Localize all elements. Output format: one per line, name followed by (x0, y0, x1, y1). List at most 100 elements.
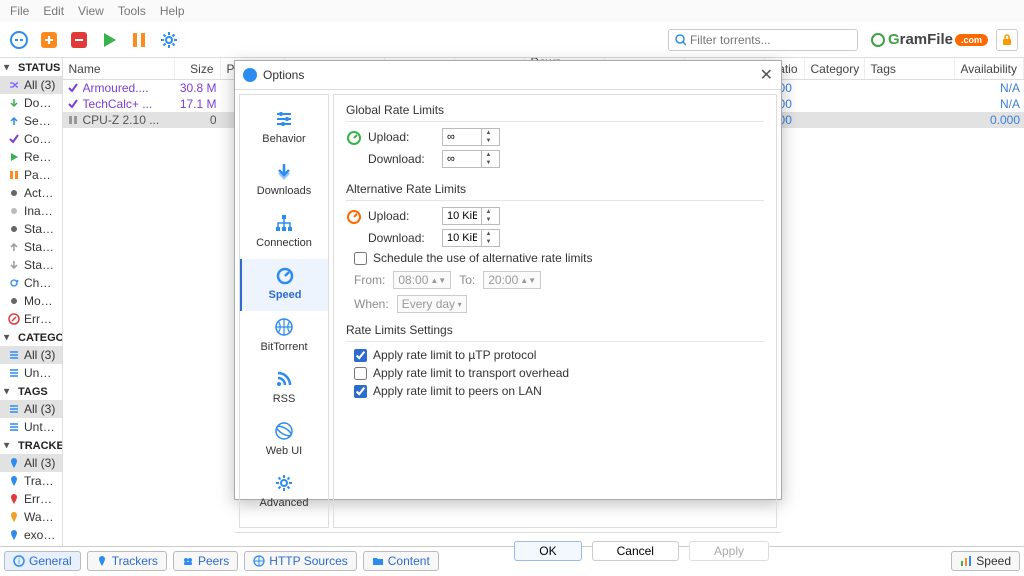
options-tab-downloads[interactable]: Downloads (240, 155, 328, 207)
connection-icon (274, 213, 294, 233)
cancel-button[interactable]: Cancel (592, 541, 679, 561)
to-label: To: (459, 273, 475, 287)
download-global-value[interactable] (443, 153, 481, 165)
chk-overhead[interactable] (354, 367, 367, 380)
menu-edit[interactable]: Edit (43, 4, 64, 18)
add-link-button[interactable] (6, 27, 32, 53)
sidebar-item[interactable]: Checking (0) (0, 274, 62, 292)
sidebar-item[interactable]: Active (0) (0, 184, 62, 202)
limits-group: Rate Limits Settings Apply rate limit to… (346, 323, 764, 398)
download-alt-input[interactable]: ▲▼ (442, 229, 500, 247)
filter-input[interactable] (690, 33, 851, 47)
sidebar-status-hdr: STATUS (0, 58, 62, 76)
sidebar-item[interactable]: Downloading (1) (0, 94, 62, 112)
upload-global-value[interactable] (443, 131, 481, 143)
chk-utp-label: Apply rate limit to µTP protocol (373, 348, 536, 362)
col-size[interactable]: Size (175, 58, 221, 79)
sidebar-item[interactable]: Trackerless (0) (0, 472, 62, 490)
sidebar-item[interactable]: All (3) (0, 76, 62, 94)
sidebar-item[interactable]: Resumed (0) (0, 148, 62, 166)
pause-button[interactable] (126, 27, 152, 53)
upload-alt-value[interactable] (443, 210, 481, 222)
sidebar-item[interactable]: All (3) (0, 400, 62, 418)
alt-download-label: Download: (368, 231, 434, 245)
logo-badge: .com (955, 34, 988, 46)
menu-view[interactable]: View (78, 4, 104, 18)
menu-help[interactable]: Help (160, 4, 185, 18)
sidebar-item[interactable]: open.demoni... (0, 544, 62, 546)
sidebar-tag-hdr: TAGS (0, 382, 62, 400)
chk-utp[interactable] (354, 349, 367, 362)
sidebar-item[interactable]: Warning (0) (0, 508, 62, 526)
add-torrent-button[interactable] (36, 27, 62, 53)
play-icon (99, 30, 119, 50)
sidebar-item[interactable]: Stalled (0) (0, 220, 62, 238)
settings-button[interactable] (156, 27, 182, 53)
lock-button[interactable] (996, 29, 1018, 51)
sidebar-item[interactable]: Completed (2) (0, 130, 62, 148)
bars-icon (960, 555, 972, 567)
start-button[interactable] (96, 27, 122, 53)
gauge-orange-icon (346, 209, 362, 225)
options-tab-speed[interactable]: Speed (240, 259, 328, 311)
chk-lan[interactable] (354, 385, 367, 398)
ok-button[interactable]: OK (514, 541, 581, 561)
col-avail[interactable]: Availability (955, 58, 1024, 79)
menu-file[interactable]: File (10, 4, 29, 18)
upload-global-input[interactable]: ▲▼ (442, 128, 500, 146)
minus-icon (69, 30, 89, 50)
when-label: When: (354, 297, 389, 311)
sidebar-item[interactable]: Error (3) (0, 490, 62, 508)
plus-icon (39, 30, 59, 50)
sidebar-item[interactable]: Seeding (0) (0, 112, 62, 130)
download-alt-value[interactable] (443, 232, 481, 244)
menu-tools[interactable]: Tools (118, 4, 146, 18)
dialog-title-bar: Options ✕ (235, 61, 781, 89)
options-tab-connection[interactable]: Connection (240, 207, 328, 259)
to-time[interactable]: 20:00▲▼ (483, 271, 541, 289)
col-cat[interactable]: Category (805, 58, 865, 79)
delete-button[interactable] (66, 27, 92, 53)
advanced-icon (274, 473, 294, 493)
dialog-app-icon (243, 68, 257, 82)
sidebar-item[interactable]: Stalled Uploadi... (0, 238, 62, 256)
from-time[interactable]: 08:00▲▼ (393, 271, 451, 289)
tab-general[interactable]: iGeneral (4, 551, 81, 571)
chk-overhead-label: Apply rate limit to transport overhead (373, 366, 569, 380)
schedule-label: Schedule the use of alternative rate lim… (373, 251, 592, 265)
pin-icon (96, 555, 108, 567)
download-global-input[interactable]: ▲▼ (442, 150, 500, 168)
speed-icon (275, 265, 295, 285)
options-tab-bittorrent[interactable]: BitTorrent (240, 311, 328, 363)
schedule-check[interactable] (354, 252, 367, 265)
sidebar-item[interactable]: Errored (0) (0, 310, 62, 328)
when-select[interactable]: Every day▾ (397, 295, 467, 313)
tab-trackers[interactable]: Trackers (87, 551, 167, 571)
sidebar-item[interactable]: Untagged (3) (0, 418, 62, 436)
svg-text:i: i (18, 557, 20, 566)
apply-button[interactable]: Apply (689, 541, 769, 561)
col-name[interactable]: Name (63, 58, 175, 79)
sidebar-item[interactable]: Paused (3) (0, 166, 62, 184)
sidebar-item[interactable]: Uncategorized ... (0, 364, 62, 382)
sidebar: STATUS All (3)Downloading (1)Seeding (0)… (0, 58, 63, 546)
col-tags[interactable]: Tags (865, 58, 955, 79)
sidebar-item[interactable]: Inactive (3) (0, 202, 62, 220)
upload-alt-input[interactable]: ▲▼ (442, 207, 500, 225)
sidebar-item[interactable]: All (3) (0, 454, 62, 472)
site-logo: G ramFile .com (870, 31, 988, 48)
sidebar-item[interactable]: exodus.desync... (0, 526, 62, 544)
options-tab-web ui[interactable]: Web UI (240, 415, 328, 467)
filter-search[interactable] (668, 29, 858, 51)
logo-rest: ramFile (900, 31, 953, 48)
limits-title: Rate Limits Settings (346, 323, 764, 342)
options-tab-advanced[interactable]: Advanced (240, 467, 328, 519)
sidebar-item[interactable]: Stalled Downlo... (0, 256, 62, 274)
options-tab-behavior[interactable]: Behavior (240, 103, 328, 155)
sidebar-item[interactable]: All (3) (0, 346, 62, 364)
sidebar-item[interactable]: Moving (0) (0, 292, 62, 310)
tab-peers[interactable]: Peers (173, 551, 238, 571)
speed-legend[interactable]: Speed (951, 551, 1020, 571)
dialog-close-button[interactable]: ✕ (760, 65, 773, 85)
options-tab-rss[interactable]: RSS (240, 363, 328, 415)
